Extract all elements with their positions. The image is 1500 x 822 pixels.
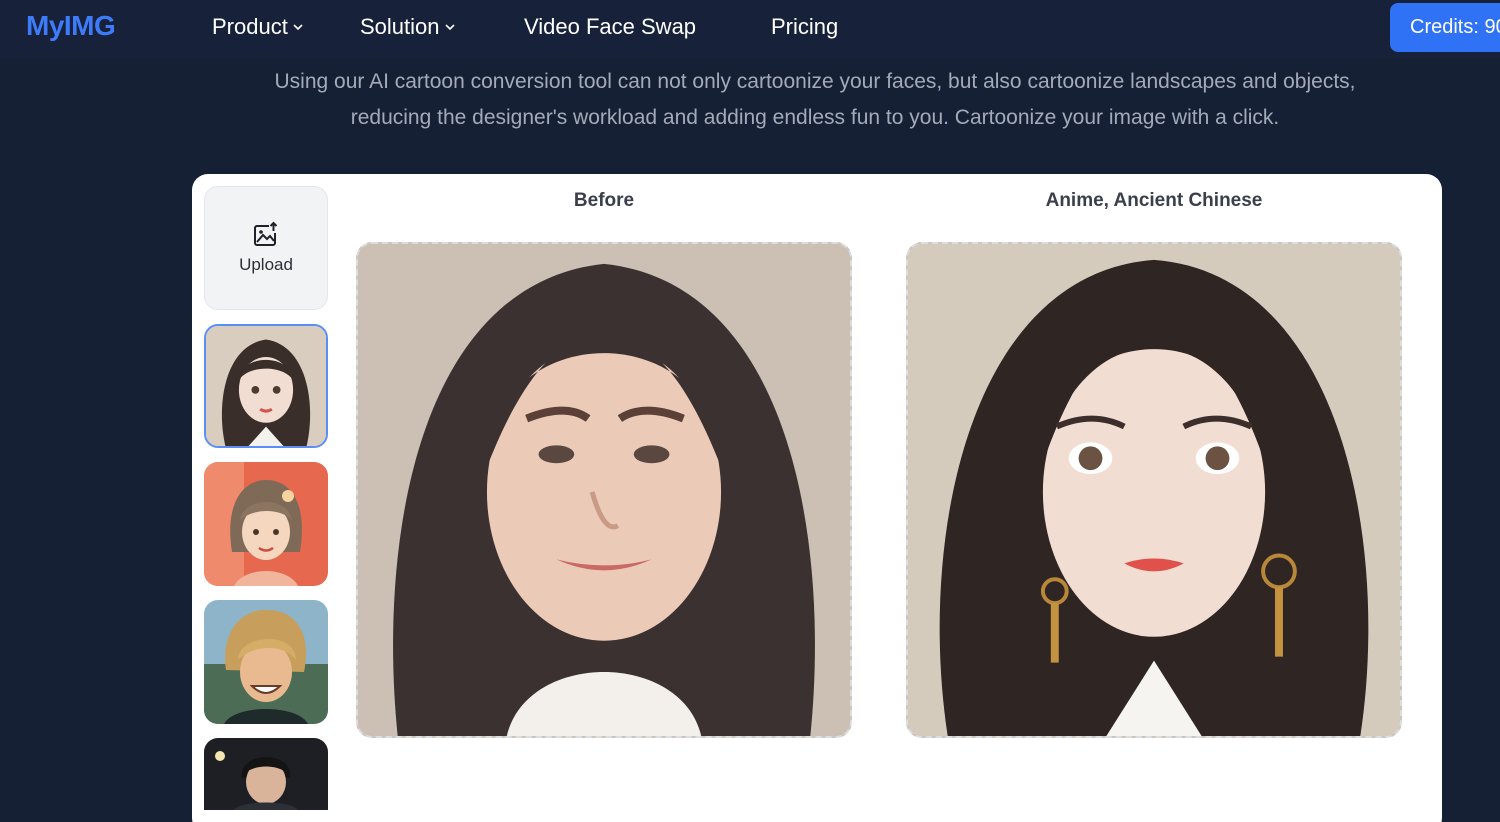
style-thumb-dark-anime[interactable] xyxy=(204,738,328,810)
anime-man-thumbnail xyxy=(204,738,328,810)
before-image xyxy=(356,242,852,738)
page-description: Using our AI cartoon conversion tool can… xyxy=(274,70,1356,129)
style-thumb-ghibli[interactable] xyxy=(204,462,328,586)
nav-pricing[interactable]: Pricing xyxy=(771,14,838,40)
nav-solution[interactable]: Solution xyxy=(360,14,456,40)
credits-button[interactable]: Credits: 90 xyxy=(1390,3,1500,52)
style-thumb-comic[interactable] xyxy=(204,600,328,724)
top-navbar: MyIMG Product Solution Video Face Swap P… xyxy=(0,0,1500,58)
nav-video-face-swap[interactable]: Video Face Swap xyxy=(524,14,696,40)
upload-label: Upload xyxy=(239,255,293,274)
comic-boy-thumbnail xyxy=(204,600,328,724)
after-image xyxy=(906,242,1402,738)
nav-pricing-label: Pricing xyxy=(771,14,839,39)
ghibli-girl-thumbnail xyxy=(204,462,328,586)
image-upload-icon xyxy=(254,221,278,246)
upload-button[interactable]: Upload xyxy=(204,186,328,310)
nav-solution-label: Solution xyxy=(360,14,440,39)
chevron-down-icon xyxy=(444,24,455,31)
after-title: Anime, Ancient Chinese xyxy=(1045,190,1263,211)
style-thumb-anime-ancient-chinese[interactable] xyxy=(204,324,328,448)
anime-girl-thumbnail xyxy=(206,326,326,446)
before-title: Before xyxy=(573,190,635,211)
cartoon-converter-panel: Upload Before Anime, Ancient Chinese xyxy=(192,174,1442,822)
before-portrait xyxy=(358,244,850,736)
nav-video-face-swap-label: Video Face Swap xyxy=(524,14,697,39)
nav-product[interactable]: Product xyxy=(212,14,304,40)
after-portrait xyxy=(908,244,1400,736)
logo[interactable]: MyIMG xyxy=(26,10,116,42)
chevron-down-icon xyxy=(293,24,303,31)
nav-product-label: Product xyxy=(212,14,288,39)
